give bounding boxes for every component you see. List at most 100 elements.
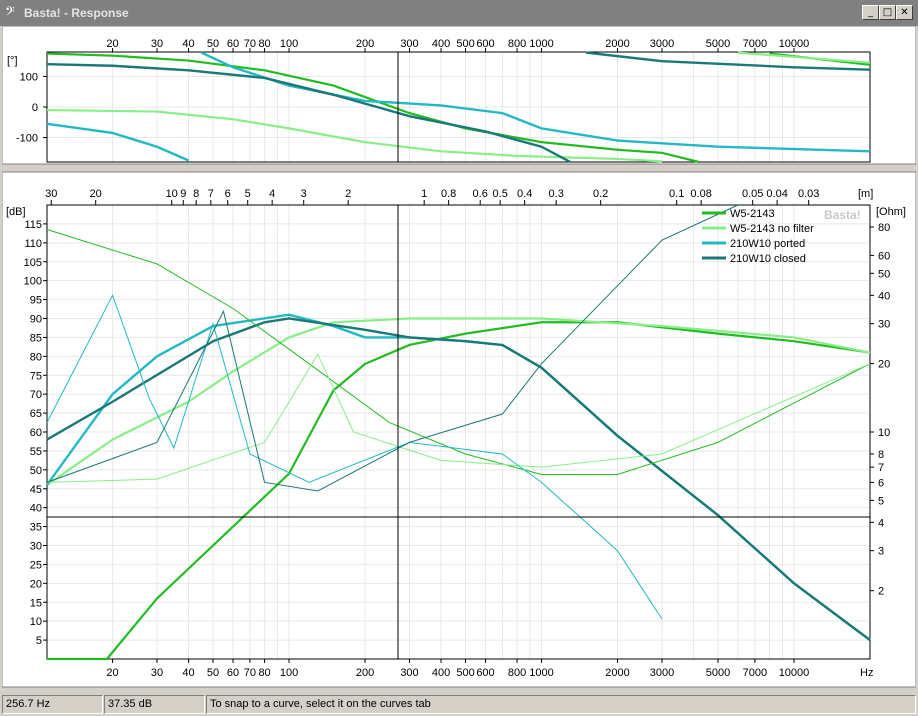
response-x-tick-label: 7000 [743,667,767,679]
response-x-tick-label: 2000 [605,667,629,679]
legend-label: 210W10 closed [730,253,806,265]
ohm-tick-label: 7 [878,462,884,474]
ohm-tick-label: 50 [878,268,890,280]
window-title: Basta! - Response [24,6,129,20]
db-tick-label: 110 [24,238,42,250]
phase-x-tick-label: 5000 [706,38,730,50]
phase-x-tick-label: 500 [456,38,474,50]
legend-label: W5-2143 no filter [730,223,814,235]
minimize-button[interactable]: _ [862,5,879,20]
bass-clef-icon: 𝄢 [5,4,15,22]
distance-tick-label: 0.03 [798,188,819,200]
distance-tick-label: 0.08 [690,188,711,200]
phase-x-tick-label: 800 [508,38,526,50]
status-frequency: 256.7 Hz [2,695,103,714]
distance-tick-label: 7 [208,188,214,200]
response-x-tick-label: 1000 [529,667,553,679]
phase-x-tick-label: 50 [207,38,219,50]
db-tick-label: 35 [30,522,42,534]
db-tick-label: 115 [24,219,42,231]
phase-x-tick-label: 10000 [779,38,810,50]
phase-x-tick-label: 20 [106,38,118,50]
db-tick-label: 90 [30,314,42,326]
title-bar[interactable]: 𝄢 Basta! - Response _ □ ✕ [0,0,918,26]
ohm-tick-label: 30 [878,319,890,331]
distance-axis-label: [m] [858,188,873,200]
response-x-tick-label: 80 [258,667,270,679]
db-tick-label: 5 [36,635,42,647]
basta-watermark: Basta! [824,208,861,222]
ohm-tick-label: 80 [878,222,890,234]
db-tick-label: 85 [30,332,42,344]
response-x-tick-label: 300 [400,667,418,679]
legend-label: W5-2143 [730,208,775,220]
db-tick-label: 10 [30,616,42,628]
db-tick-label: 60 [30,427,42,439]
distance-tick-label: 1 [421,188,427,200]
db-tick-label: 40 [30,503,42,515]
phase-x-tick-label: 200 [356,38,374,50]
response-window: 𝄢 Basta! - Response _ □ ✕ 20 30 40 50 60 70 80… [0,0,918,716]
response-x-tick-label: 600 [476,667,494,679]
phase-x-tick-label: 300 [400,38,418,50]
db-axis-label: [dB] [6,206,26,218]
ohm-tick-label: 40 [878,290,890,302]
phase-x-tick-label: 100 [280,38,298,50]
phase-x-tick-label: 30 [151,38,163,50]
ohm-tick-label: 3 [878,546,884,558]
response-x-tick-label: 20 [106,667,118,679]
response-x-tick-label: 40 [182,667,194,679]
phase-x-tick-label: 1000 [529,38,553,50]
distance-tick-label: 2 [345,188,351,200]
distance-tick-label: 0.1 [669,188,684,200]
response-x-tick-label: 3000 [650,667,674,679]
phase-x-tick-label: 80 [258,38,270,50]
ohm-axis-label: [Ohm] [876,206,906,218]
response-x-tick-label: 400 [432,667,450,679]
response-x-tick-label: 10000 [779,667,810,679]
phase-panel[interactable]: 20 30 40 50 60 70 80 100 200 300 400 500 600 800 1000 2… [2,26,916,165]
db-tick-label: 70 [30,389,42,401]
distance-tick-label: 0.2 [593,188,608,200]
distance-tick-label: 0.3 [549,188,564,200]
plots-canvas[interactable]: 20 30 40 50 60 70 80 100 200 300 400 500 600 800 1000 2… [2,26,916,690]
phase-x-tick-label: 7000 [743,38,767,50]
close-button[interactable]: ✕ [896,5,913,20]
distance-tick-label: 9 [180,188,186,200]
distance-tick-label: 20 [90,188,102,200]
phase-x-tick-label: 600 [476,38,494,50]
db-tick-label: 65 [30,408,42,420]
response-x-tick-label: 30 [151,667,163,679]
phase-y-tick-label: 0 [32,102,38,114]
ohm-tick-label: 8 [878,449,884,461]
distance-tick-label: 6 [225,188,231,200]
db-tick-label: 30 [30,541,42,553]
distance-tick-label: 30 [45,188,57,200]
db-tick-label: 75 [30,370,42,382]
db-tick-label: 15 [30,597,42,609]
response-panel[interactable]: 30 20 10 9 8 7 6 5 4 3 2 1 0.8 0.6 0.5 0.4 0.3 0.2 0.1 0.08… [2,171,916,688]
phase-x-tick-label: 60 [227,38,239,50]
ohm-tick-label: 60 [878,250,890,262]
distance-tick-label: 5 [245,188,251,200]
ohm-tick-label: 5 [878,495,884,507]
maximize-button[interactable]: □ [879,5,896,20]
db-tick-label: 45 [30,484,42,496]
distance-tick-label: 0.8 [441,188,456,200]
response-x-tick-label: 500 [456,667,474,679]
status-hint: To snap to a curve, select it on the cur… [206,695,916,714]
phase-x-tick-label: 40 [182,38,194,50]
status-level: 37.35 dB [104,695,205,714]
ohm-tick-label: 10 [878,427,890,439]
phase-y-label: [°] [7,55,18,67]
x-unit-label: Hz [860,667,873,679]
phase-x-tick-label: 400 [432,38,450,50]
response-x-tick-label: 800 [508,667,526,679]
db-tick-label: 20 [30,578,42,590]
db-tick-label: 80 [30,351,42,363]
db-tick-label: 25 [30,559,42,571]
response-x-tick-label: 100 [280,667,298,679]
db-tick-label: 50 [30,465,42,477]
distance-tick-label: 0.4 [517,188,532,200]
db-tick-label: 95 [30,295,42,307]
